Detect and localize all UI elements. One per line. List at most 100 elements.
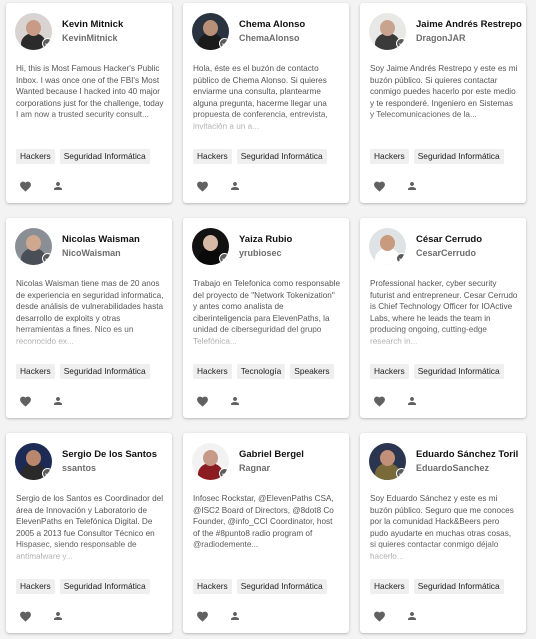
profile-name[interactable]: Chema Alonso bbox=[239, 19, 305, 30]
tag-chip[interactable]: Seguridad Informática bbox=[59, 149, 150, 164]
profile-handle[interactable]: ssantos bbox=[62, 463, 157, 473]
like-button[interactable] bbox=[372, 609, 386, 623]
heart-icon bbox=[373, 181, 385, 192]
follow-button[interactable] bbox=[228, 609, 242, 623]
follow-button[interactable] bbox=[228, 394, 242, 408]
tag-chip[interactable]: Seguridad Informática bbox=[413, 149, 504, 164]
like-button[interactable] bbox=[372, 394, 386, 408]
person-icon bbox=[231, 612, 239, 620]
profile-name[interactable]: Kevin Mitnick bbox=[62, 19, 123, 30]
card-header: Nicolas Waisman NicoWaisman bbox=[15, 226, 168, 266]
bio-fade bbox=[360, 328, 526, 353]
person-icon bbox=[54, 182, 62, 190]
avatar[interactable] bbox=[15, 442, 52, 480]
tag-chip[interactable]: Hackers bbox=[16, 364, 55, 379]
like-button[interactable] bbox=[18, 179, 32, 193]
card-header: Sergio De los Santos ssantos bbox=[15, 441, 168, 481]
profile-card[interactable]: Nicolas Waisman NicoWaisman Nicolas Wais… bbox=[6, 218, 172, 418]
profile-card[interactable]: Chema Alonso ChemaAlonso Hola, éste es e… bbox=[183, 3, 349, 203]
follow-button[interactable] bbox=[405, 179, 419, 193]
tag-chip[interactable]: Seguridad Informática bbox=[413, 579, 504, 594]
tag-chip[interactable]: Hackers bbox=[193, 364, 232, 379]
verified-badge-icon bbox=[42, 37, 52, 49]
verified-badge-icon bbox=[396, 252, 406, 264]
profile-card[interactable]: Yaiza Rubio yrubiosec Trabajo en Telefon… bbox=[183, 218, 349, 418]
profile-name[interactable]: Gabriel Bergel bbox=[239, 449, 304, 460]
tag-chip[interactable]: Hackers bbox=[193, 149, 232, 164]
follow-button[interactable] bbox=[51, 179, 65, 193]
avatar[interactable] bbox=[192, 442, 229, 480]
bio-fade bbox=[6, 113, 172, 138]
like-button[interactable] bbox=[18, 609, 32, 623]
heart-icon bbox=[196, 396, 208, 407]
heart-icon bbox=[196, 611, 208, 622]
tag-chip[interactable]: Seguridad Informática bbox=[236, 579, 327, 594]
profile-name[interactable]: Yaiza Rubio bbox=[239, 234, 292, 245]
profile-card[interactable]: Gabriel Bergel Ragnar Infosec Rockstar, … bbox=[183, 433, 349, 633]
tag-chip[interactable]: Tecnología bbox=[236, 364, 286, 379]
profile-handle[interactable]: CesarCerrudo bbox=[416, 248, 482, 258]
tag-chip[interactable]: Seguridad Informática bbox=[413, 364, 504, 379]
like-button[interactable] bbox=[195, 394, 209, 408]
verified-badge-icon bbox=[42, 252, 52, 264]
avatar[interactable] bbox=[369, 227, 406, 265]
follow-button[interactable] bbox=[405, 609, 419, 623]
person-icon bbox=[408, 182, 416, 190]
card-header: Kevin Mitnick KevinMitnick bbox=[15, 11, 168, 51]
tag-chip[interactable]: Hackers bbox=[193, 579, 232, 594]
card-actions bbox=[18, 394, 65, 408]
profile-handle[interactable]: ChemaAlonso bbox=[239, 33, 305, 43]
person-icon bbox=[231, 397, 239, 405]
follow-button[interactable] bbox=[51, 394, 65, 408]
profile-handle[interactable]: EduardoSanchez bbox=[416, 463, 518, 473]
profile-handle[interactable]: Ragnar bbox=[239, 463, 304, 473]
card-actions bbox=[195, 394, 242, 408]
profile-card[interactable]: Sergio De los Santos ssantos Sergio de l… bbox=[6, 433, 172, 633]
avatar[interactable] bbox=[15, 227, 52, 265]
profile-handle[interactable]: KevinMitnick bbox=[62, 33, 123, 43]
profile-handle[interactable]: yrubiosec bbox=[239, 248, 292, 258]
like-button[interactable] bbox=[195, 609, 209, 623]
profile-name[interactable]: Sergio De los Santos bbox=[62, 449, 157, 460]
verified-badge-icon bbox=[42, 467, 52, 479]
follow-button[interactable] bbox=[51, 609, 65, 623]
profile-card[interactable]: Kevin Mitnick KevinMitnick Hi, this is M… bbox=[6, 3, 172, 203]
profile-handle[interactable]: NicoWaisman bbox=[62, 248, 140, 258]
verified-badge-icon bbox=[396, 37, 406, 49]
avatar[interactable] bbox=[369, 442, 406, 480]
follow-button[interactable] bbox=[228, 179, 242, 193]
tag-chip[interactable]: Hackers bbox=[370, 579, 409, 594]
tag-chip[interactable]: Hackers bbox=[16, 149, 55, 164]
tag-chip[interactable]: Hackers bbox=[370, 149, 409, 164]
like-button[interactable] bbox=[18, 394, 32, 408]
heart-icon bbox=[196, 181, 208, 192]
like-button[interactable] bbox=[195, 179, 209, 193]
tag-chip[interactable]: Speakers bbox=[290, 364, 334, 379]
bio-fade bbox=[183, 543, 349, 568]
profile-name[interactable]: Jaime Andrés Restrepo bbox=[416, 19, 522, 30]
profile-card[interactable]: Jaime Andrés Restrepo DragonJAR Soy Jaim… bbox=[360, 3, 526, 203]
tag-chip[interactable]: Hackers bbox=[370, 364, 409, 379]
profile-card[interactable]: Eduardo Sánchez Toril EduardoSanchez Soy… bbox=[360, 433, 526, 633]
avatar[interactable] bbox=[15, 12, 52, 50]
like-button[interactable] bbox=[372, 179, 386, 193]
avatar[interactable] bbox=[369, 12, 406, 50]
tag-chip[interactable]: Hackers bbox=[16, 579, 55, 594]
profile-name[interactable]: César Cerrudo bbox=[416, 234, 482, 245]
person-icon bbox=[231, 182, 239, 190]
person-icon bbox=[54, 612, 62, 620]
tag-chip[interactable]: Seguridad Informática bbox=[59, 579, 150, 594]
profile-grid: Kevin Mitnick KevinMitnick Hi, this is M… bbox=[6, 3, 532, 633]
card-actions bbox=[372, 179, 419, 193]
profile-card[interactable]: César Cerrudo CesarCerrudo Professional … bbox=[360, 218, 526, 418]
profile-name[interactable]: Nicolas Waisman bbox=[62, 234, 140, 245]
tag-list: Hackers Tecnología Speakers bbox=[193, 364, 334, 379]
profile-handle[interactable]: DragonJAR bbox=[416, 33, 522, 43]
avatar[interactable] bbox=[192, 12, 229, 50]
tag-chip[interactable]: Seguridad Informática bbox=[236, 149, 327, 164]
avatar[interactable] bbox=[192, 227, 229, 265]
profile-name[interactable]: Eduardo Sánchez Toril bbox=[416, 449, 518, 460]
follow-button[interactable] bbox=[405, 394, 419, 408]
tag-list: Hackers Seguridad Informática bbox=[370, 149, 504, 164]
tag-chip[interactable]: Seguridad Informática bbox=[59, 364, 150, 379]
